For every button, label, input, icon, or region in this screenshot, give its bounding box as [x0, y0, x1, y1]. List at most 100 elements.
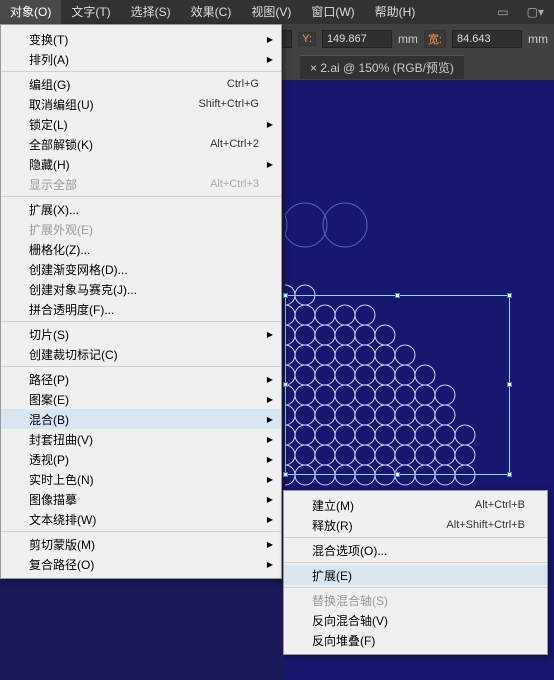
object-menu-item-4-0[interactable]: 路径(P)▶: [1, 369, 281, 389]
menu-item-label: 剪切蒙版(M): [29, 536, 259, 553]
handle-tl[interactable]: [283, 293, 288, 298]
blend-submenu-item-0-0[interactable]: 建立(M)Alt+Ctrl+B: [284, 495, 547, 515]
menu-item-label: 编组(G): [29, 76, 227, 93]
object-menu-item-4-3[interactable]: 封套扭曲(V)▶: [1, 429, 281, 449]
object-menu-item-2-2[interactable]: 栅格化(Z)...: [1, 239, 281, 259]
toolbar-icon-1[interactable]: ▭: [497, 5, 508, 19]
submenu-arrow-icon: ▶: [267, 35, 273, 44]
submenu-arrow-icon: ▶: [267, 55, 273, 64]
blend-submenu: 建立(M)Alt+Ctrl+B释放(R)Alt+Shift+Ctrl+B混合选项…: [283, 490, 548, 655]
blend-submenu-item-1-0[interactable]: 混合选项(O)...: [284, 540, 547, 560]
object-menu-item-2-0[interactable]: 扩展(X)...: [1, 199, 281, 219]
document-tab[interactable]: × 2.ai @ 150% (RGB/预览): [300, 55, 464, 79]
submenu-arrow-icon: ▶: [267, 160, 273, 169]
object-menu-item-4-4[interactable]: 透视(P) ▶: [1, 449, 281, 469]
object-menu-item-4-2[interactable]: 混合(B)▶: [1, 409, 281, 429]
menu-item-label: 混合选项(O)...: [312, 542, 525, 559]
menu-item-label: 建立(M): [312, 497, 475, 514]
submenu-arrow-icon: ▶: [267, 475, 273, 484]
menu-item-label: 创建对象马赛克(J)...: [29, 281, 259, 298]
object-menu-item-1-1[interactable]: 取消编组(U)Shift+Ctrl+G: [1, 94, 281, 114]
menu-item-label: 扩展(X)...: [29, 201, 259, 218]
menu-item-label: 替换混合轴(S): [312, 592, 525, 609]
object-menu-item-4-6[interactable]: 图像描摹▶: [1, 489, 281, 509]
object-menu-item-5-0[interactable]: 剪切蒙版(M) ▶: [1, 534, 281, 554]
menu-view[interactable]: 视图(V): [241, 0, 301, 24]
handle-br[interactable]: [507, 472, 512, 477]
object-menu-dropdown: 变换(T) ▶ 排列(A) ▶ 编组(G)Ctrl+G取消编组(U)Shift+Ctrl…: [0, 24, 282, 579]
object-menu-item-1-0[interactable]: 编组(G)Ctrl+G: [1, 74, 281, 94]
object-menu-item-1-2[interactable]: 锁定(L) ▶: [1, 114, 281, 134]
handle-bc[interactable]: [395, 472, 400, 477]
handle-tc[interactable]: [395, 293, 400, 298]
object-menu-item-3-1[interactable]: 创建裁切标记(C): [1, 344, 281, 364]
menu-item-label: 反向混合轴(V): [312, 612, 525, 629]
submenu-arrow-icon: ▶: [267, 540, 273, 549]
menu-item-label: 变换(T): [29, 31, 259, 48]
object-menu-item-1-4[interactable]: 隐藏(H) ▶: [1, 154, 281, 174]
mm-2: mm: [528, 32, 548, 46]
menu-shortcut: Alt+Ctrl+B: [475, 499, 525, 511]
object-menu-item-2-1: 扩展外观(E): [1, 219, 281, 239]
submenu-arrow-icon: ▶: [267, 455, 273, 464]
menu-item-label: 路径(P): [29, 371, 259, 388]
blend-submenu-item-0-1[interactable]: 释放(R)Alt+Shift+Ctrl+B: [284, 515, 547, 535]
object-menu-item-4-1[interactable]: 图案(E)▶: [1, 389, 281, 409]
blend-submenu-item-2-0[interactable]: 扩展(E): [284, 565, 547, 585]
menu-shortcut: Alt+Ctrl+3: [210, 178, 259, 190]
object-menu-item-0-1[interactable]: 排列(A) ▶: [1, 49, 281, 69]
menu-item-label: 切片(S): [29, 326, 259, 343]
handle-ml[interactable]: [283, 382, 288, 387]
menubar: 对象(O) 文字(T) 选择(S) 效果(C) 视图(V) 窗口(W) 帮助(H…: [0, 0, 554, 24]
handle-tr[interactable]: [507, 293, 512, 298]
toolbar-icon-2[interactable]: ▢▾: [527, 5, 544, 19]
menu-item-label: 透视(P): [29, 451, 259, 468]
blend-submenu-item-3-1[interactable]: 反向混合轴(V): [284, 610, 547, 630]
menu-shortcut: Alt+Shift+Ctrl+B: [446, 519, 525, 531]
object-menu-item-3-0[interactable]: 切片(S) ▶: [1, 324, 281, 344]
menu-item-label: 扩展(E): [312, 567, 525, 584]
menu-shortcut: Alt+Ctrl+2: [210, 138, 259, 150]
menu-item-label: 扩展外观(E): [29, 221, 259, 238]
tab-close-icon[interactable]: ×: [310, 61, 317, 75]
blend-submenu-item-3-2[interactable]: 反向堆叠(F): [284, 630, 547, 650]
menu-select[interactable]: 选择(S): [121, 0, 181, 24]
submenu-arrow-icon: ▶: [267, 515, 273, 524]
menu-item-label: 排列(A): [29, 51, 259, 68]
menu-item-label: 锁定(L): [29, 116, 259, 133]
submenu-arrow-icon: ▶: [267, 560, 273, 569]
menu-item-label: 创建裁切标记(C): [29, 346, 259, 363]
object-menu-item-4-7[interactable]: 文本绕排(W) ▶: [1, 509, 281, 529]
menu-item-label: 复合路径(O): [29, 556, 259, 573]
object-menu-item-5-1[interactable]: 复合路径(O) ▶: [1, 554, 281, 574]
menu-item-label: 全部解锁(K): [29, 136, 210, 153]
object-menu-item-4-5[interactable]: 实时上色(N)▶: [1, 469, 281, 489]
handle-mr[interactable]: [507, 382, 512, 387]
menu-window[interactable]: 窗口(W): [301, 0, 364, 24]
object-menu-item-2-4[interactable]: 创建对象马赛克(J)...: [1, 279, 281, 299]
menu-object[interactable]: 对象(O): [0, 0, 61, 24]
w-value[interactable]: 84.643: [452, 30, 522, 48]
object-menu-item-2-5[interactable]: 拼合透明度(F)...: [1, 299, 281, 319]
menu-help[interactable]: 帮助(H): [365, 0, 426, 24]
selection-bounds: [285, 295, 510, 475]
menu-item-label: 隐藏(H): [29, 156, 259, 173]
menu-item-label: 拼合透明度(F)...: [29, 301, 259, 318]
object-menu-item-1-3[interactable]: 全部解锁(K)Alt+Ctrl+2: [1, 134, 281, 154]
menu-item-label: 文本绕排(W): [29, 511, 259, 528]
menu-item-label: 取消编组(U): [29, 96, 198, 113]
y-value[interactable]: 149.867: [322, 30, 392, 48]
w-label: 宽:: [424, 30, 446, 48]
menu-item-label: 混合(B): [29, 411, 259, 428]
menu-text[interactable]: 文字(T): [61, 0, 120, 24]
menu-item-label: 栅格化(Z)...: [29, 241, 259, 258]
submenu-arrow-icon: ▶: [267, 330, 273, 339]
submenu-arrow-icon: ▶: [267, 120, 273, 129]
submenu-arrow-icon: ▶: [267, 495, 273, 504]
y-label: Y:: [298, 32, 316, 46]
handle-bl[interactable]: [283, 472, 288, 477]
submenu-arrow-icon: ▶: [267, 435, 273, 444]
menu-effect[interactable]: 效果(C): [181, 0, 242, 24]
object-menu-item-2-3[interactable]: 创建渐变网格(D)...: [1, 259, 281, 279]
object-menu-item-0-0[interactable]: 变换(T) ▶: [1, 29, 281, 49]
